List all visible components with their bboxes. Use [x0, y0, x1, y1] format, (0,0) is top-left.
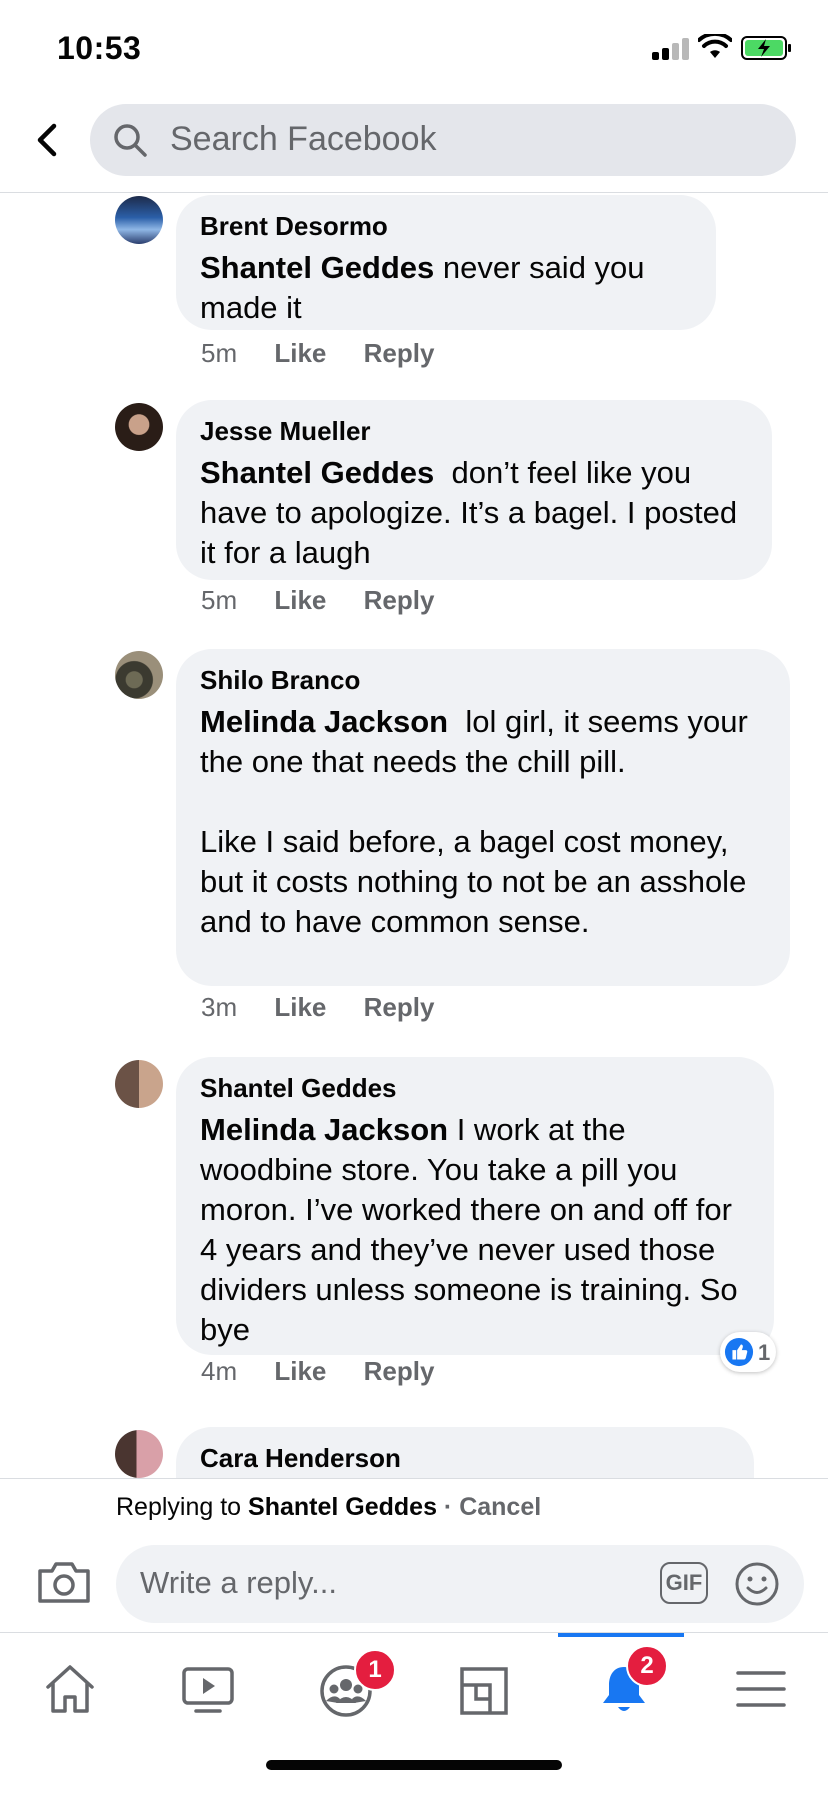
camera-icon[interactable] [36, 1557, 92, 1605]
comment-text: Shantel Geddes don’t feel like you have … [200, 453, 748, 573]
comment-bubble: Jesse Mueller Shantel Geddes don’t feel … [176, 400, 772, 580]
comment-author[interactable]: Cara Henderson [200, 1443, 730, 1474]
cancel-reply-button[interactable]: Cancel [459, 1493, 541, 1521]
comment-author[interactable]: Jesse Mueller [200, 416, 748, 447]
comment-thread[interactable]: Brent Desormo Shantel Geddes never said … [0, 193, 828, 1478]
groups-badge: 1 [354, 1649, 396, 1691]
replying-to-label: Replying to Shantel Geddes · Cancel [116, 1493, 541, 1522]
reply-composer: Replying to Shantel Geddes · Cancel Writ… [0, 1478, 828, 1633]
reply-placeholder: Write a reply... [140, 1565, 337, 1600]
avatar[interactable] [115, 1430, 163, 1478]
tab-marketplace[interactable] [444, 1653, 524, 1723]
menu-icon [736, 1671, 786, 1707]
battery-charging-icon [741, 36, 791, 60]
avatar[interactable] [115, 196, 163, 244]
comment-bubble: Brent Desormo Shantel Geddes never said … [176, 195, 716, 330]
status-time: 10:53 [57, 30, 142, 66]
comment-time: 3m [201, 992, 238, 1022]
replying-separator: · [436, 1493, 460, 1521]
comment-time: 4m [201, 1356, 238, 1386]
tab-groups[interactable]: 1 [306, 1649, 396, 1723]
video-icon [182, 1667, 234, 1713]
gif-button[interactable]: GIF [660, 1562, 708, 1604]
comment-text: Melinda Jackson I work at the woodbine s… [200, 1110, 750, 1350]
search-placeholder: Search Facebook [170, 120, 437, 158]
comment-bubble: Cara Henderson [176, 1427, 754, 1478]
comment-bubble: Shilo Branco Melinda Jackson lol girl, i… [176, 649, 790, 986]
reaction-count-text: 1 [758, 1340, 771, 1365]
home-icon [46, 1665, 94, 1713]
comment-time: 5m [201, 585, 238, 615]
tab-watch[interactable] [168, 1653, 248, 1723]
comment-author[interactable]: Shilo Branco [200, 665, 766, 696]
comment-author[interactable]: Shantel Geddes [200, 1073, 750, 1104]
comment-actions: 3m Like Reply [201, 992, 464, 1023]
comment-mention[interactable]: Shantel Geddes [200, 455, 434, 490]
status-bar: 10:53 [0, 0, 828, 96]
reply-button[interactable]: Reply [364, 338, 435, 368]
wifi-icon [698, 34, 732, 58]
comment-text: Melinda Jackson lol girl, it seems your … [200, 702, 766, 942]
tab-home[interactable] [30, 1653, 110, 1723]
comment-mention[interactable]: Shantel Geddes [200, 250, 434, 285]
comment-body: lol girl, it seems your the one that nee… [200, 704, 748, 939]
reply-button[interactable]: Reply [364, 585, 435, 615]
like-button[interactable]: Like [274, 338, 326, 368]
emoji-icon[interactable] [734, 1561, 780, 1607]
notifications-badge: 2 [626, 1645, 668, 1687]
like-reaction-icon [724, 1337, 754, 1367]
like-button[interactable]: Like [274, 1356, 326, 1386]
search-input[interactable]: Search Facebook [90, 104, 796, 176]
reply-button[interactable]: Reply [364, 992, 435, 1022]
reaction-count[interactable]: 1 [720, 1332, 776, 1372]
comment-actions: 4m Like Reply [201, 1356, 464, 1387]
like-button[interactable]: Like [274, 992, 326, 1022]
comment-body: I work at the woodbine store. You take a… [200, 1112, 747, 1347]
tab-menu[interactable] [722, 1653, 802, 1723]
tab-notifications[interactable]: 2 [584, 1645, 668, 1723]
comment-mention[interactable]: Melinda Jackson [200, 704, 448, 739]
avatar[interactable] [115, 1060, 163, 1108]
reply-button[interactable]: Reply [364, 1356, 435, 1386]
comment-bubble: Shantel Geddes Melinda Jackson I work at… [176, 1057, 774, 1355]
search-header: Search Facebook [0, 96, 828, 193]
search-icon [114, 124, 147, 157]
comment-mention[interactable]: Melinda Jackson [200, 1112, 448, 1147]
like-button[interactable]: Like [274, 585, 326, 615]
avatar[interactable] [115, 651, 163, 699]
replying-prefix: Replying to [116, 1493, 249, 1521]
reply-input[interactable]: Write a reply... GIF [116, 1545, 804, 1623]
comment-author[interactable]: Brent Desormo [200, 211, 692, 242]
active-tab-indicator [558, 1633, 684, 1637]
comment-time: 5m [201, 338, 238, 368]
comment-actions: 5m Like Reply [201, 585, 464, 616]
avatar[interactable] [115, 403, 163, 451]
back-icon[interactable] [28, 118, 68, 162]
home-indicator [266, 1760, 562, 1770]
comment-text: Shantel Geddes never said you made it [200, 248, 692, 328]
marketplace-icon [460, 1667, 508, 1715]
comment-actions: 5m Like Reply [201, 338, 464, 369]
signal-icon [652, 38, 690, 60]
replying-to-name: Shantel Geddes [248, 1493, 437, 1521]
